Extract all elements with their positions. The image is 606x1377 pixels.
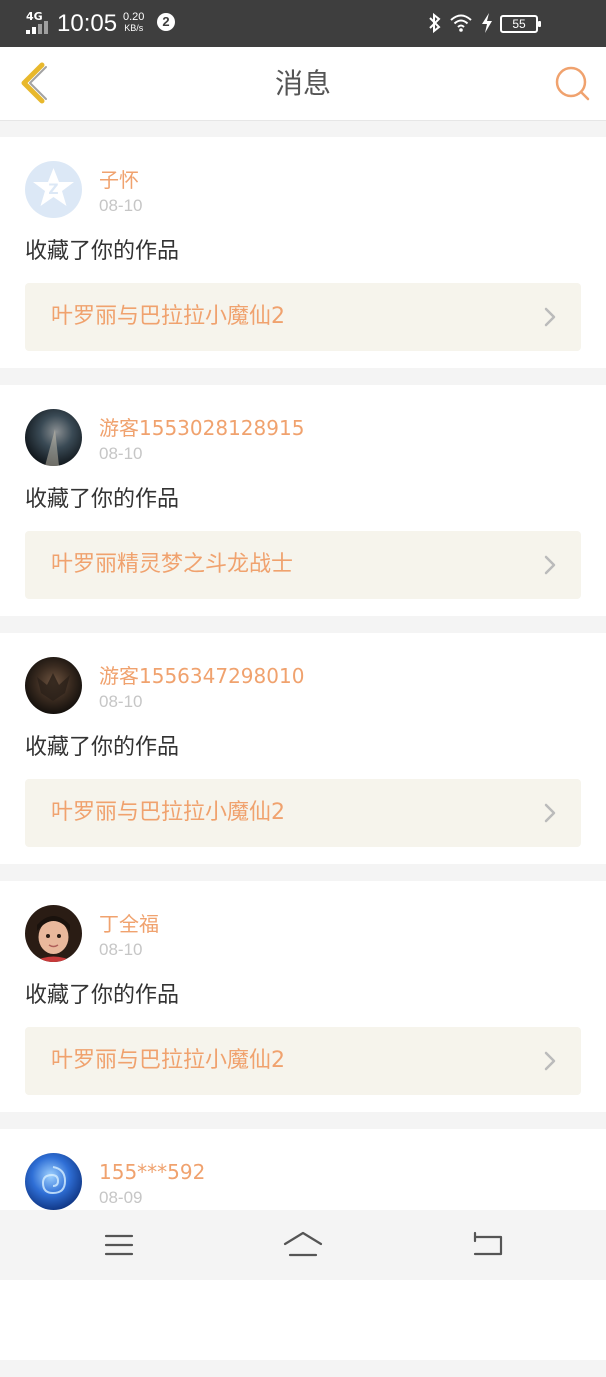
message-date: 08-09 [99,1188,143,1207]
network-speed: 0.20 KB/s [123,12,144,34]
speed-unit: KB/s [124,23,144,33]
message-list: Z 子怀 08-10 收藏了你的作品 叶罗丽与巴拉拉小魔仙2 游客1553028… [0,137,606,1377]
chevron-right-icon [544,555,556,575]
signal-icon [26,21,52,34]
notification-badge: 2 [157,13,175,31]
search-button[interactable] [550,61,596,107]
message-action: 收藏了你的作品 [25,487,180,512]
chevron-right-icon [544,1051,556,1071]
svg-text:Z: Z [48,182,58,198]
work-link[interactable]: 叶罗丽与巴拉拉小魔仙2 [25,283,581,351]
battery-icon: 55 [500,15,541,33]
username[interactable]: 子怀 [99,167,139,193]
menu-icon [104,1234,134,1256]
username[interactable]: 游客1556347298010 [99,663,304,689]
username[interactable]: 游客1553028128915 [99,415,304,441]
message-action: 收藏了你的作品 [25,239,180,264]
home-icon [283,1231,323,1257]
work-link[interactable]: 叶罗丽精灵梦之斗龙战士 [25,531,581,599]
bluetooth-icon [429,12,441,34]
status-bar: 4G 10:05 0.20 KB/s 2 55 [0,0,606,47]
message-card: 游客1556347298010 08-10 收藏了你的作品 叶罗丽与巴拉拉小魔仙… [0,633,606,864]
dark-creature-avatar [37,673,70,701]
page-title: 消息 [274,67,331,100]
chevron-right-icon [544,803,556,823]
back-nav-button[interactable] [467,1230,507,1260]
system-nav-bar [0,1210,606,1280]
message-date: 08-10 [99,444,143,463]
default-star-avatar: Z [33,168,74,206]
work-link[interactable]: 叶罗丽与巴拉拉小魔仙2 [25,1027,581,1095]
message-date: 08-10 [99,196,143,215]
search-icon [555,66,590,101]
charging-icon [482,13,492,33]
work-link[interactable]: 叶罗丽与巴拉拉小魔仙2 [25,779,581,847]
username[interactable]: 155***592 [99,1159,205,1185]
avatar[interactable] [25,657,82,714]
message-card: Z 子怀 08-10 收藏了你的作品 叶罗丽与巴拉拉小魔仙2 [0,137,606,368]
message-date: 08-10 [99,940,143,959]
message-card: 游客1553028128915 08-10 收藏了你的作品 叶罗丽精灵梦之斗龙战… [0,385,606,616]
menu-button[interactable] [99,1230,139,1260]
message-action: 收藏了你的作品 [25,983,180,1008]
avatar[interactable] [25,409,82,466]
blue-rose-avatar [41,1166,67,1195]
child-photo-avatar [33,916,74,962]
network-type: 4G [26,10,43,23]
back-icon [473,1231,503,1256]
speed-value: 0.20 [123,11,145,23]
home-button[interactable] [283,1230,323,1260]
message-date: 08-10 [99,692,143,711]
wifi-icon [450,14,472,32]
app-header: 消息 [0,47,606,121]
chevron-right-icon [544,307,556,327]
avatar[interactable]: Z [25,161,82,218]
avatar[interactable] [25,905,82,962]
night-sky-avatar [45,429,59,466]
avatar[interactable] [25,1153,82,1210]
work-title: 叶罗丽精灵梦之斗龙战士 [51,552,294,577]
username[interactable]: 丁全福 [99,911,159,937]
message-card: 丁全福 08-10 收藏了你的作品 叶罗丽与巴拉拉小魔仙2 [0,881,606,1112]
work-title: 叶罗丽与巴拉拉小魔仙2 [51,1048,285,1073]
message-action: 收藏了你的作品 [25,735,180,760]
clock: 10:05 [57,10,118,37]
work-title: 叶罗丽与巴拉拉小魔仙2 [51,800,285,825]
work-title: 叶罗丽与巴拉拉小魔仙2 [51,304,285,329]
